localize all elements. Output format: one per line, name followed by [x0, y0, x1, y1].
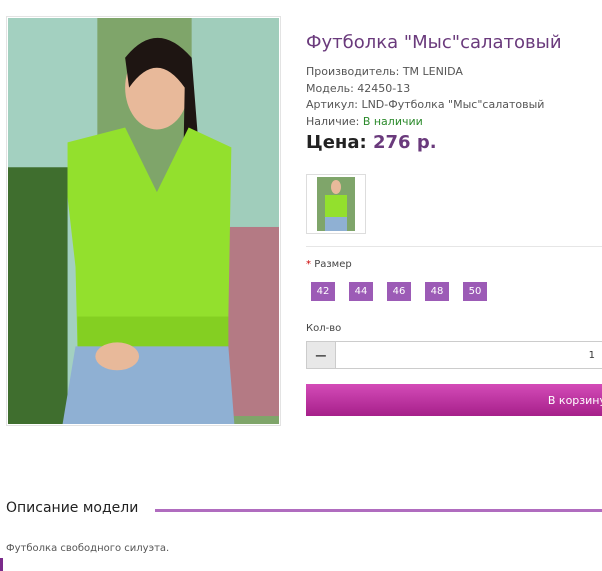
availability: Наличие: В наличии — [306, 114, 544, 131]
size-options: 42 44 46 48 50 — [311, 282, 501, 301]
size-option-44[interactable]: 44 — [349, 282, 373, 301]
price-label: Цена: — [306, 132, 367, 153]
description-text: Футболка свободного силуэта. — [6, 543, 170, 554]
description-heading: Описание модели — [6, 500, 147, 516]
availability-value: В наличии — [362, 114, 423, 128]
add-to-cart-label: В корзину — [547, 393, 602, 407]
main-product-image[interactable] — [6, 16, 281, 426]
size-label-text: Размер — [314, 259, 352, 270]
size-label: * Размер — [306, 259, 352, 270]
size-option-42[interactable]: 42 — [311, 282, 335, 301]
model: Модель: 42450-13 — [306, 81, 411, 95]
manufacturer: Производитель: TM LENIDA — [306, 65, 463, 78]
availability-label: Наличие: — [306, 114, 363, 128]
divider — [306, 246, 602, 247]
quantity-label: Кол-во — [306, 323, 342, 334]
product-photo — [8, 18, 279, 424]
quantity-minus-button[interactable]: − — [307, 342, 336, 368]
description-divider — [155, 509, 602, 512]
size-option-46[interactable]: 46 — [387, 282, 411, 301]
required-mark: * — [306, 259, 311, 270]
price: Цена: 276 р. — [306, 132, 437, 153]
quantity-input[interactable] — [336, 342, 602, 368]
product-thumbnail[interactable] — [306, 174, 366, 234]
product-meta: Производитель: TM LENIDA Модель: 42450-1… — [306, 64, 544, 130]
thumbnail-image — [307, 175, 365, 233]
size-option-48[interactable]: 48 — [425, 282, 449, 301]
add-to-cart-button[interactable]: В корзину — [306, 384, 602, 416]
quantity-stepper: − — [306, 341, 602, 369]
sku: Артикул: LND-Футболка "Мыс"салатовый — [306, 98, 545, 111]
product-title: Футболка "Мыс"салатовый — [306, 32, 562, 53]
price-value: 276 р. — [372, 132, 437, 153]
edge-marker — [0, 558, 3, 571]
size-option-50[interactable]: 50 — [463, 282, 487, 301]
